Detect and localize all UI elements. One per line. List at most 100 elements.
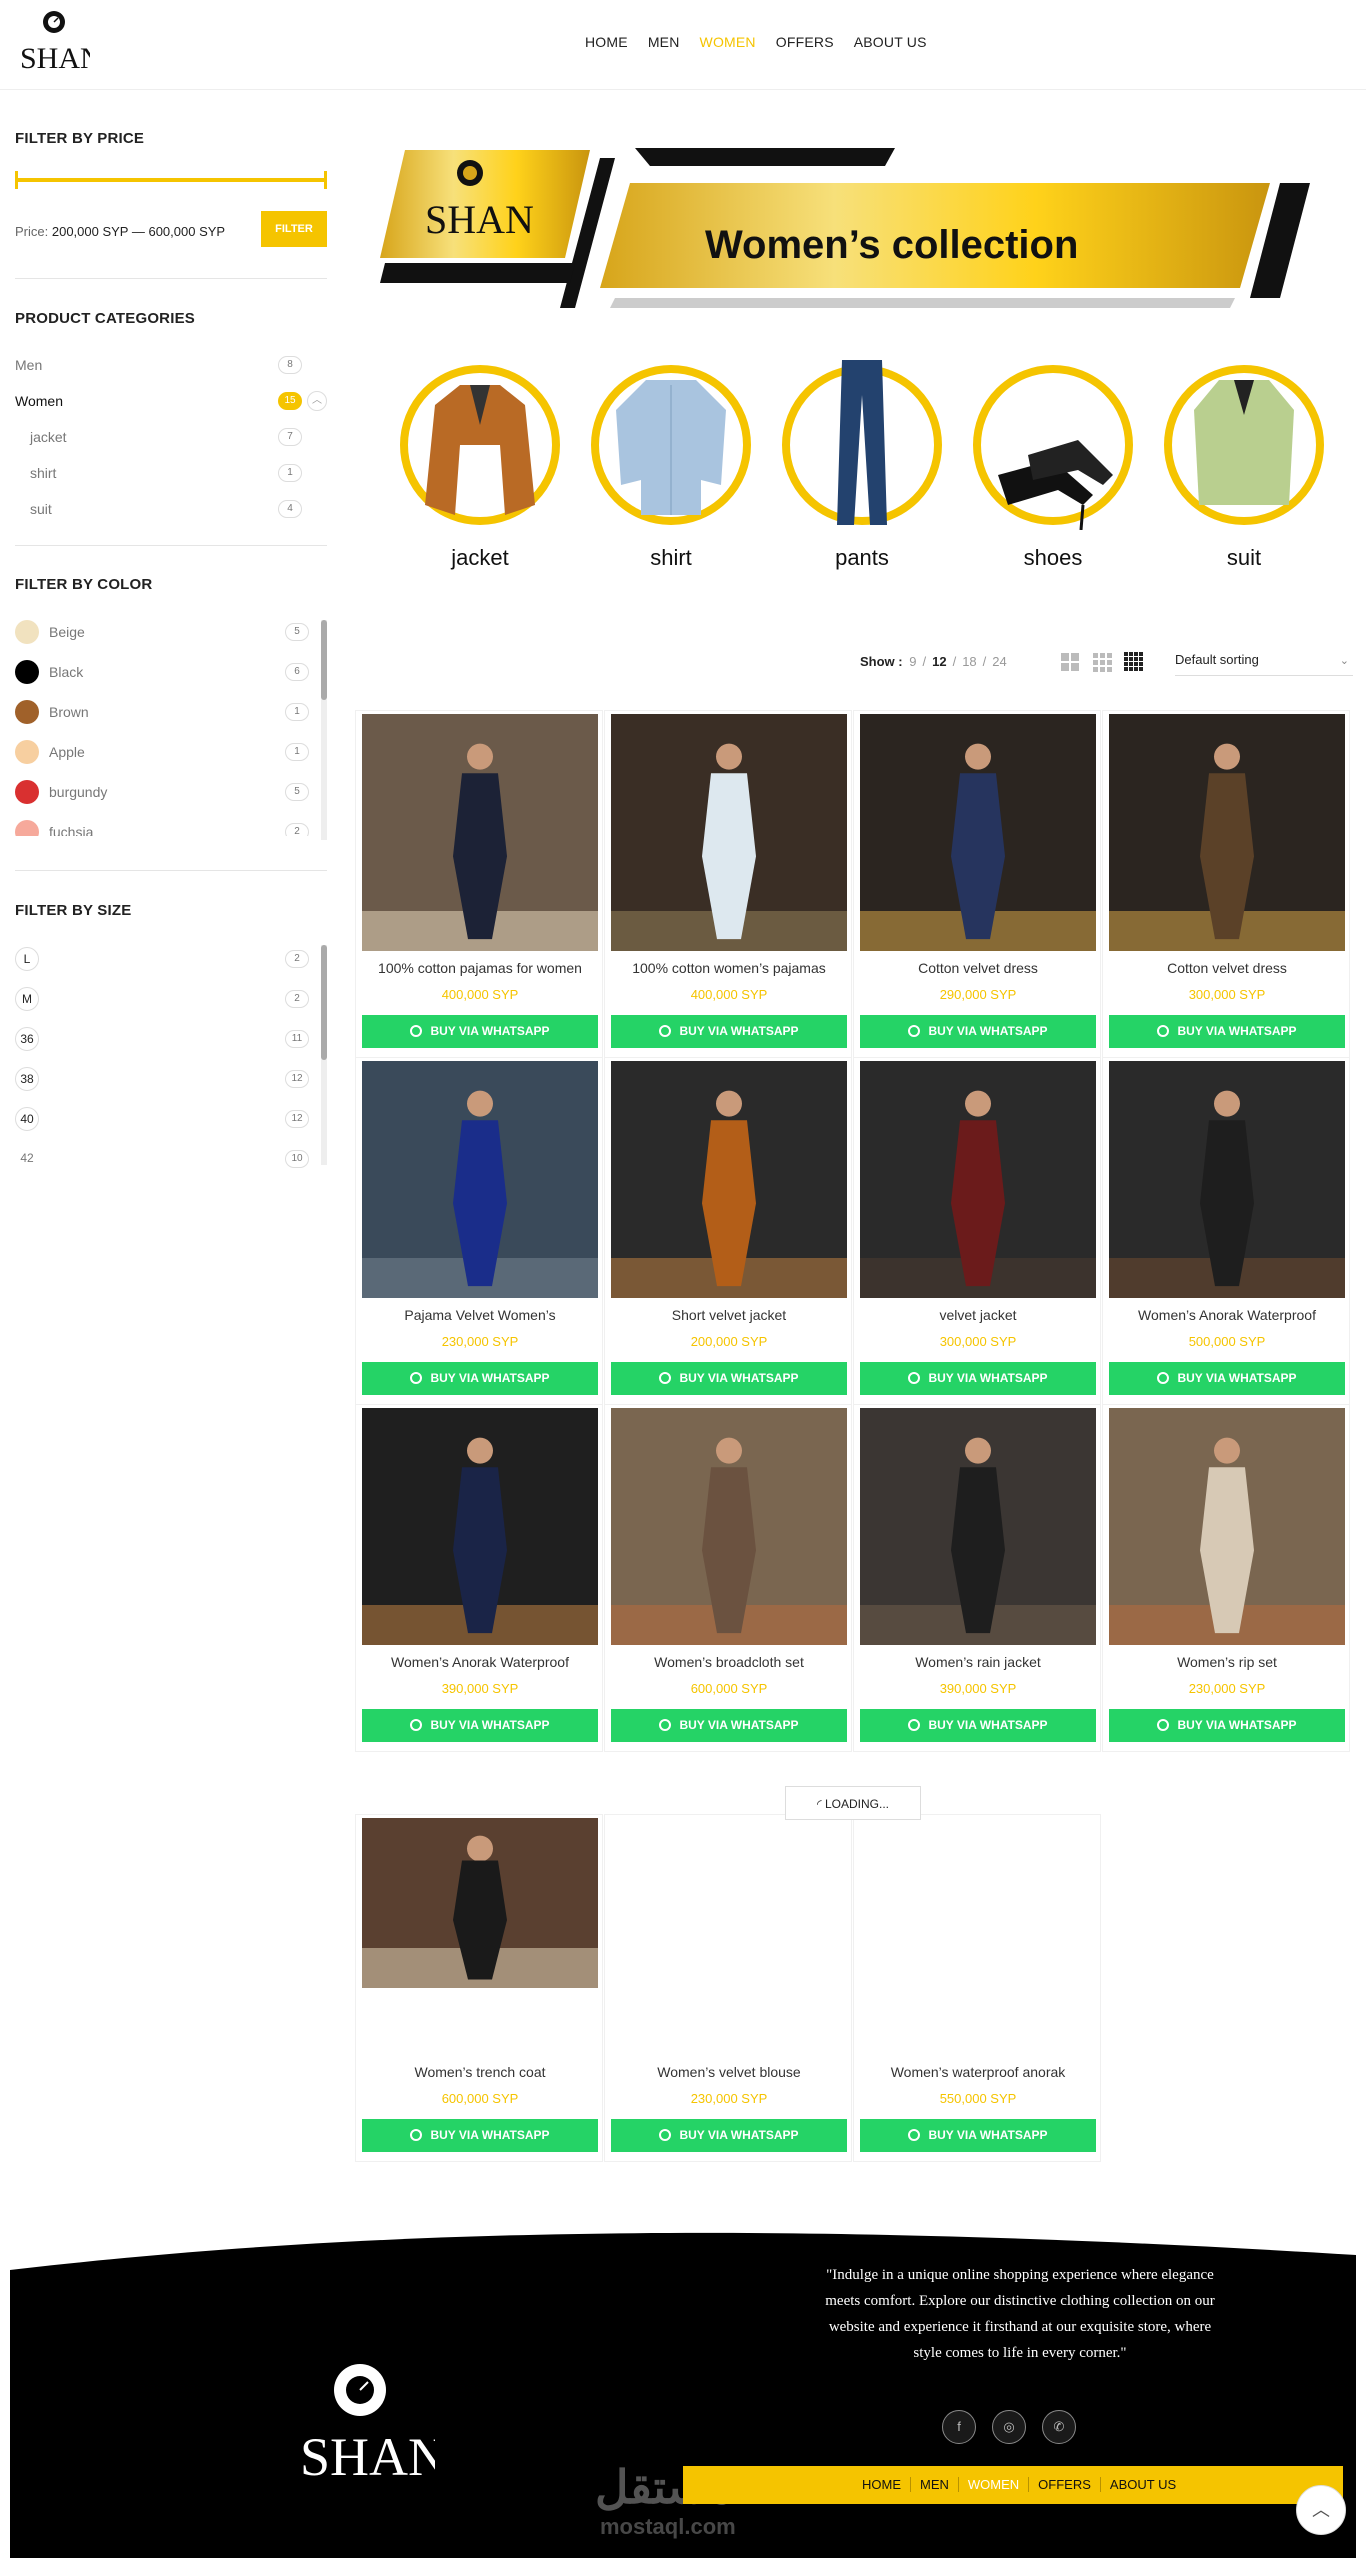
buy-via-whatsapp-button[interactable]: BUY VIA WHATSAPP [362,1709,598,1742]
per-page-option-24[interactable]: 24 [992,654,1006,669]
color-list-scrollbar[interactable] [321,620,327,840]
product-image[interactable] [611,1408,847,1645]
per-page-option-12[interactable]: 12 [932,654,946,669]
sort-select[interactable]: Default sorting ⌄ [1175,652,1353,676]
buy-via-whatsapp-button[interactable]: BUY VIA WHATSAPP [611,1015,847,1048]
buy-via-whatsapp-button[interactable]: BUY VIA WHATSAPP [362,1362,598,1395]
product-image[interactable] [1109,1061,1345,1298]
color-filter-black[interactable]: Black 6 [15,660,327,686]
category-item-suit[interactable]: suit 4 [15,499,327,523]
category-item-shirt[interactable]: shirt 1 [15,463,327,487]
nav-item-women[interactable]: WOMEN [700,34,756,50]
size-filter-36[interactable]: 36 11 [15,1027,327,1053]
product-card[interactable]: Women’s velvet blouse 230,000 SYP BUY VIA … [604,1814,852,2162]
grid-2-icon[interactable] [1060,652,1080,672]
site-logo[interactable]: SHAN [18,8,102,80]
product-card[interactable]: Cotton velvet dress 300,000 SYP BUY VIA WH… [1102,710,1350,1058]
product-image[interactable] [860,1818,1096,2055]
product-name[interactable]: Cotton velvet dress [854,960,1102,976]
product-name[interactable]: Short velvet jacket [605,1307,853,1323]
color-filter-brown[interactable]: Brown 1 [15,700,327,726]
product-card[interactable]: velvet jacket 300,000 SYP BUY VIA WHATSAPP [853,1057,1101,1405]
buy-via-whatsapp-button[interactable]: BUY VIA WHATSAPP [860,2119,1096,2152]
per-page-option-18[interactable]: 18 [962,654,976,669]
category-item-women[interactable]: Women 15 ︿ [15,391,327,415]
product-card[interactable]: Women’s trench coat 600,000 SYP BUY VIA WH… [355,1814,603,2162]
product-name[interactable]: Pajama Velvet Women’s [356,1307,604,1323]
product-image[interactable] [362,1061,598,1298]
product-name[interactable]: Women’s trench coat [356,2064,604,2080]
buy-via-whatsapp-button[interactable]: BUY VIA WHATSAPP [860,1015,1096,1048]
product-card[interactable]: Short velvet jacket 200,000 SYP BUY VIA WH… [604,1057,852,1405]
footer-logo[interactable]: SHAN [285,2355,447,2515]
product-name[interactable]: Women’s Anorak Waterproof [1103,1307,1351,1323]
buy-via-whatsapp-button[interactable]: BUY VIA WHATSAPP [860,1709,1096,1742]
grid-3-icon[interactable] [1092,652,1112,672]
product-image[interactable] [362,1818,598,2055]
color-filter-beige[interactable]: Beige 5 [15,620,327,646]
category-circle-jacket[interactable]: jacket [380,355,560,575]
category-circle-shirt[interactable]: shirt [571,355,751,575]
buy-via-whatsapp-button[interactable]: BUY VIA WHATSAPP [611,2119,847,2152]
footer-nav-item-men[interactable]: MEN [911,2477,959,2492]
product-card[interactable]: Cotton velvet dress 290,000 SYP BUY VIA WH… [853,710,1101,1058]
chevron-up-icon[interactable]: ︿ [307,391,327,411]
product-image[interactable] [860,1408,1096,1645]
category-item-men[interactable]: Men 8 [15,355,327,379]
size-filter-m[interactable]: M2 [15,987,327,1013]
product-card[interactable]: Women’s rip set 230,000 SYP BUY VIA WHATSA… [1102,1404,1350,1752]
product-image[interactable] [611,714,847,951]
color-filter-burgundy[interactable]: burgundy 5 [15,780,327,806]
buy-via-whatsapp-button[interactable]: BUY VIA WHATSAPP [611,1362,847,1395]
size-filter-l[interactable]: L2 [15,947,327,973]
color-filter-fuchsia[interactable]: fuchsia 2 [15,820,327,836]
buy-via-whatsapp-button[interactable]: BUY VIA WHATSAPP [362,2119,598,2152]
product-image[interactable] [1109,1408,1345,1645]
footer-nav-item-offers[interactable]: OFFERS [1029,2477,1101,2492]
product-name[interactable]: Women’s broadcloth set [605,1654,853,1670]
product-name[interactable]: velvet jacket [854,1307,1102,1323]
product-name[interactable]: 100% cotton pajamas for women [356,960,604,976]
buy-via-whatsapp-button[interactable]: BUY VIA WHATSAPP [611,1709,847,1742]
product-card[interactable]: 100% cotton pajamas for women 400,000 SYP… [355,710,603,1058]
product-name[interactable]: Cotton velvet dress [1103,960,1351,976]
nav-item-men[interactable]: MEN [648,34,680,50]
product-card[interactable]: Women’s broadcloth set 600,000 SYP BUY VIA… [604,1404,852,1752]
color-filter-apple[interactable]: Apple 1 [15,740,327,766]
price-slider[interactable] [15,171,327,189]
product-name[interactable]: Women’s rip set [1103,1654,1351,1670]
product-name[interactable]: Women’s Anorak Waterproof [356,1654,604,1670]
size-filter-40[interactable]: 40 12 [15,1107,327,1133]
grid-4-icon[interactable] [1124,652,1144,672]
category-circle-shoes[interactable]: shoes [953,355,1133,575]
per-page-option-9[interactable]: 9 [909,654,916,669]
product-name[interactable]: Women’s rain jacket [854,1654,1102,1670]
product-image[interactable] [860,1061,1096,1298]
footer-nav-item-about-us[interactable]: ABOUT US [1101,2477,1185,2492]
size-filter-42[interactable]: 42 10 [15,1147,327,1173]
scroll-to-top-button[interactable]: ︿ [1296,2485,1346,2535]
product-image[interactable] [362,714,598,951]
facebook-icon[interactable]: f [942,2410,976,2444]
product-name[interactable]: 100% cotton women’s pajamas [605,960,853,976]
product-name[interactable]: Women’s velvet blouse [605,2064,853,2080]
nav-item-about-us[interactable]: ABOUT US [854,34,927,50]
product-name[interactable]: Women’s waterproof anorak [854,2064,1102,2080]
product-image[interactable] [611,1061,847,1298]
instagram-icon[interactable]: ◎ [992,2410,1026,2444]
buy-via-whatsapp-button[interactable]: BUY VIA WHATSAPP [1109,1709,1345,1742]
nav-item-home[interactable]: HOME [585,34,628,50]
size-list-scrollbar[interactable] [321,945,327,1165]
nav-item-offers[interactable]: OFFERS [776,34,834,50]
size-filter-38[interactable]: 38 12 [15,1067,327,1093]
buy-via-whatsapp-button[interactable]: BUY VIA WHATSAPP [860,1362,1096,1395]
product-image[interactable] [860,714,1096,951]
product-card[interactable]: Pajama Velvet Women’s 230,000 SYP BUY VIA … [355,1057,603,1405]
buy-via-whatsapp-button[interactable]: BUY VIA WHATSAPP [1109,1015,1345,1048]
category-circle-suit[interactable]: suit [1144,355,1324,575]
price-filter-button[interactable]: FILTER [261,211,327,247]
product-image[interactable] [611,1818,847,2055]
buy-via-whatsapp-button[interactable]: BUY VIA WHATSAPP [1109,1362,1345,1395]
product-card[interactable]: Women’s Anorak Waterproof 390,000 SYP BUY … [355,1404,603,1752]
whatsapp-icon[interactable]: ✆ [1042,2410,1076,2444]
